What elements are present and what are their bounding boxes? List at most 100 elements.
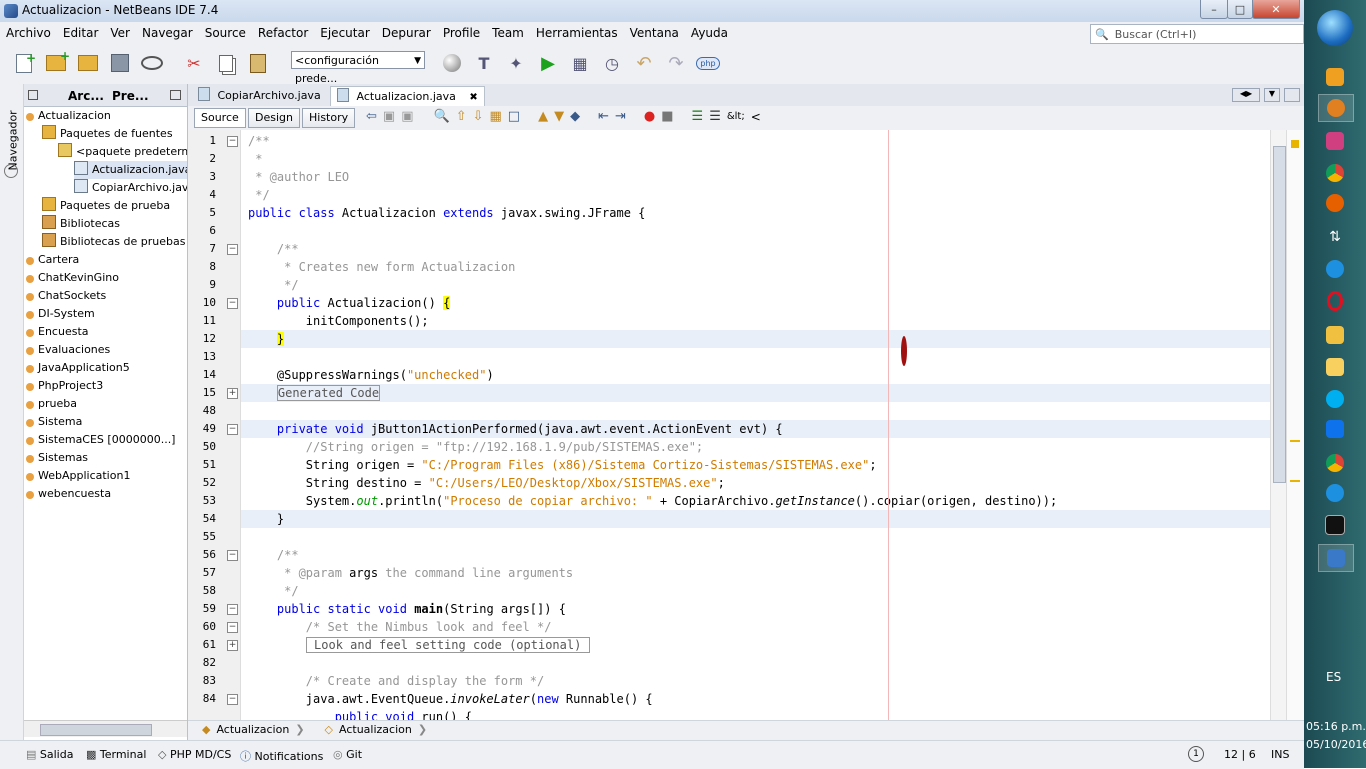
build-hammer-icon[interactable]: T [471, 50, 497, 76]
back-icon[interactable]: ▣ [383, 109, 395, 124]
maximize-button[interactable]: □ [1227, 0, 1253, 19]
shift-left-icon[interactable]: ⇤ [598, 109, 609, 124]
clock-date[interactable]: 05/10/2016 [1306, 738, 1366, 751]
scroll-tabs-left-icon[interactable]: ◀▶ [1232, 88, 1260, 102]
minimize-button[interactable]: – [1200, 0, 1228, 19]
toggle-rect-selection-icon[interactable]: □ [508, 109, 520, 124]
tree-item[interactable]: JavaApplication5 [26, 359, 130, 377]
git-window-tab[interactable]: ◎ Git [333, 748, 362, 761]
expand-fold-icon[interactable]: + [227, 640, 238, 651]
tab-copiararchivo-java[interactable]: CopiarArchivo.java ✖ [192, 86, 349, 106]
menu-ventana[interactable]: Ventana [624, 22, 685, 44]
code-line[interactable]: /* Create and display the form */ [248, 672, 544, 690]
tab-archivos[interactable]: Arc... [68, 86, 104, 106]
menu-ejecutar[interactable]: Ejecutar [314, 22, 376, 44]
new-project-icon[interactable]: + [43, 49, 70, 76]
menu-ver[interactable]: Ver [104, 22, 136, 44]
design-view-button[interactable]: Design [248, 108, 300, 128]
code-line[interactable]: initComponents(); [248, 312, 429, 330]
chrome-taskbar-icon[interactable] [1318, 160, 1352, 186]
code-line[interactable]: /** [248, 546, 299, 564]
code-line[interactable]: } [241, 510, 1270, 528]
tree-item[interactable]: prueba [26, 395, 77, 413]
source-view-button[interactable]: Source [194, 108, 246, 128]
code-line[interactable]: * Creates new form Actualizacion [248, 258, 515, 276]
terminal-window-tab[interactable]: ▩ Terminal [86, 748, 146, 761]
menu-team[interactable]: Team [486, 22, 530, 44]
collapse-fold-icon[interactable]: − [227, 550, 238, 561]
code-line[interactable]: String origen = "C:/Program Files (x86)/… [248, 456, 877, 474]
app-taskbar-icon[interactable] [1318, 128, 1352, 154]
copy-icon[interactable] [213, 50, 239, 76]
less-than-label[interactable]: < [751, 110, 761, 124]
tree-item[interactable]: SistemaCES [0000000...] [26, 431, 175, 449]
previous-bookmark-icon[interactable]: ▲ [538, 109, 548, 124]
code-line[interactable]: */ [248, 186, 269, 204]
breadcrumb-class[interactable]: Actualizacion [216, 723, 289, 736]
open-project-icon[interactable] [75, 50, 101, 76]
ie-taskbar-icon[interactable] [1318, 256, 1352, 282]
arrows-taskbar-icon[interactable]: ⇅ [1318, 224, 1352, 250]
clock-time[interactable]: 05:16 p.m. [1306, 720, 1366, 733]
last-edit-icon[interactable]: ⇦ [366, 109, 377, 124]
collapse-fold-icon[interactable]: − [227, 298, 238, 309]
uncomment-icon[interactable]: ☰ [709, 109, 721, 124]
history-view-button[interactable]: History [302, 108, 356, 128]
menu-navegar[interactable]: Navegar [136, 22, 199, 44]
code-line[interactable]: public Actualizacion() { [248, 294, 451, 312]
paste-icon[interactable] [245, 50, 271, 76]
breadcrumb-method[interactable]: Actualizacion [339, 723, 412, 736]
start-button[interactable] [1317, 10, 1353, 46]
teamviewer-taskbar-icon[interactable] [1318, 416, 1352, 442]
tree-item[interactable]: Bibliotecas de pruebas [42, 233, 185, 251]
code-editor[interactable]: /** * * @author LEO */public class Actua… [241, 130, 1270, 720]
code-line[interactable]: public void run() { [248, 708, 472, 720]
forward-icon[interactable]: ▣ [401, 109, 413, 124]
collapse-fold-icon[interactable]: − [227, 136, 238, 147]
clean-build-icon[interactable]: ✦ [503, 50, 529, 76]
code-line[interactable]: //String origen = "ftp://192.168.1.9/pub… [248, 438, 703, 456]
code-line[interactable]: */ [248, 582, 298, 600]
tree-item[interactable]: Sistema [26, 413, 82, 431]
code-line[interactable]: String destino = "C:/Users/LEO/Desktop/X… [248, 474, 725, 492]
minimize-panel-icon[interactable] [170, 90, 181, 100]
tree-item[interactable]: Actualizacion.java [74, 161, 187, 179]
code-line[interactable]: * @author LEO [248, 168, 349, 186]
code-line[interactable]: public class Actualizacion extends javax… [248, 204, 645, 222]
shift-right-icon[interactable]: ⇥ [615, 109, 626, 124]
ie2-taskbar-icon[interactable] [1318, 480, 1352, 506]
menu-archivo[interactable]: Archivo [0, 22, 57, 44]
menu-refactor[interactable]: Refactor [252, 22, 314, 44]
run-icon[interactable]: ▶ [535, 50, 561, 76]
collapse-fold-icon[interactable]: − [227, 694, 238, 705]
netbeans-taskbar-icon[interactable] [1318, 94, 1354, 122]
code-line[interactable]: Look and feel setting code (optional) [248, 636, 590, 654]
profile-icon[interactable]: ◷ [599, 50, 625, 76]
code-line[interactable]: * @param args the command line arguments [248, 564, 573, 582]
tree-item[interactable]: Sistemas [26, 449, 88, 467]
skype-taskbar-icon[interactable] [1318, 386, 1352, 412]
php-icon[interactable]: php [695, 50, 721, 76]
toggle-highlight-icon[interactable]: ▦ [490, 109, 502, 124]
tree-item[interactable]: DI-System [26, 305, 95, 323]
menu-depurar[interactable]: Depurar [376, 22, 437, 44]
tree-hscroll[interactable] [24, 720, 187, 737]
tree-item[interactable]: Paquetes de fuentes [42, 125, 173, 143]
virtualbox-taskbar-icon[interactable] [1318, 544, 1354, 572]
menu-profile[interactable]: Profile [437, 22, 486, 44]
code-line[interactable]: @SuppressWarnings("unchecked") [248, 366, 494, 384]
search-box[interactable]: 🔍 Buscar (Ctrl+I) [1090, 24, 1304, 44]
menu-ayuda[interactable]: Ayuda [685, 22, 734, 44]
chrome2-taskbar-icon[interactable] [1318, 450, 1352, 476]
notification-badge-icon[interactable]: 1 [1188, 746, 1204, 762]
code-line[interactable]: java.awt.EventQueue.invokeLater(new Runn… [248, 690, 653, 708]
menu-source[interactable]: Source [199, 22, 252, 44]
new-file-icon[interactable]: + [11, 50, 37, 76]
stop-macro-icon[interactable]: ■ [661, 109, 673, 124]
tree-item[interactable]: Actualizacion [26, 107, 111, 125]
preview-eye-icon[interactable] [139, 50, 165, 76]
language-indicator[interactable]: ES [1326, 670, 1341, 684]
comment-icon[interactable]: ☰ [692, 109, 704, 124]
collapse-fold-icon[interactable]: − [227, 244, 238, 255]
output-window-tab[interactable]: ▤ Salida [26, 748, 73, 761]
